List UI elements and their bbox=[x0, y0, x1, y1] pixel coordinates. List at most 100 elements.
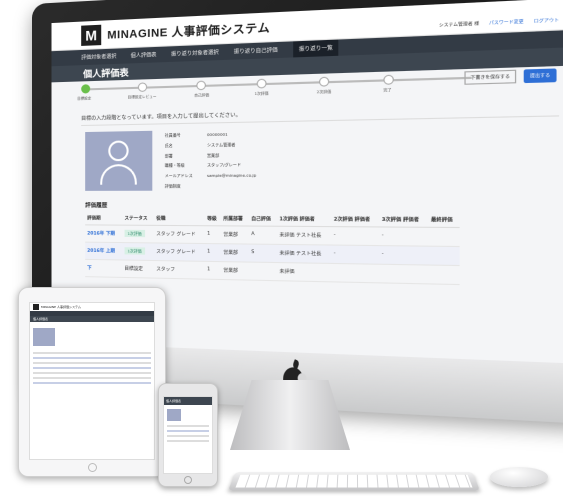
cell-period[interactable]: 2016年 上期 bbox=[85, 242, 123, 260]
phone-app-screen: 個人評価表 bbox=[163, 396, 213, 474]
cell-status: 1次評価 bbox=[122, 242, 155, 261]
field-value: システム管理者 bbox=[206, 141, 236, 148]
field-label: 職種・等級 bbox=[164, 163, 185, 169]
change-password-link[interactable]: パスワード変更 bbox=[489, 18, 524, 26]
content-line bbox=[167, 430, 209, 432]
content-line bbox=[33, 377, 151, 379]
col-header: 自己評価 bbox=[248, 212, 278, 227]
cell-self bbox=[248, 262, 278, 281]
field-value: 営業部 bbox=[206, 152, 220, 158]
step-label-3: 自己評価 bbox=[194, 93, 210, 98]
avatar-icon bbox=[167, 409, 181, 421]
nav-item-personal-sheet[interactable]: 個人評価表 bbox=[131, 51, 157, 59]
mouse bbox=[490, 467, 548, 487]
submit-button[interactable]: 提出する bbox=[523, 68, 557, 84]
field-value: 00000001 bbox=[206, 131, 228, 138]
field-value bbox=[207, 183, 294, 191]
step-marker-1 bbox=[81, 84, 91, 94]
cell-self: A bbox=[248, 226, 278, 245]
cell-status: 目標設定 bbox=[122, 259, 155, 279]
tablet-header: MINAGINE 人事評価システム bbox=[30, 303, 154, 311]
cell-first: 未評価 bbox=[277, 262, 332, 282]
cell-role: スタッフ グレード bbox=[154, 225, 205, 244]
col-header: 2次評価 評価者 bbox=[331, 213, 380, 227]
content-line bbox=[33, 357, 151, 359]
field-label: 部署 bbox=[164, 152, 173, 159]
content-line bbox=[33, 367, 151, 369]
content-line bbox=[167, 435, 209, 437]
cell-first: 未評価 テスト社長 bbox=[277, 226, 332, 246]
cell-first: 未評価 テスト社長 bbox=[277, 244, 332, 264]
status-badge: 1次評価 bbox=[124, 229, 145, 238]
step-label-2: 目標設定レビュー bbox=[127, 94, 157, 100]
field-value: sample@minagine.co.jp bbox=[206, 172, 257, 179]
col-header: ステータス bbox=[122, 212, 155, 226]
field-value: スタッフ/グレード bbox=[206, 162, 242, 169]
cell-role: スタッフ bbox=[154, 260, 205, 280]
field-label: 氏名 bbox=[164, 142, 173, 149]
phone-page-title: 個人評価表 bbox=[164, 397, 212, 405]
col-header: 3次評価 評価者 bbox=[379, 213, 429, 228]
col-header: 評価期 bbox=[85, 212, 123, 226]
col-header: 1次評価 評価者 bbox=[277, 212, 332, 227]
content-line bbox=[167, 425, 209, 427]
home-button[interactable] bbox=[87, 463, 97, 472]
col-header: 役職 bbox=[154, 212, 205, 226]
app-title: MINAGINE 人事評価システム bbox=[107, 21, 271, 42]
cell-period[interactable]: 下 bbox=[85, 259, 123, 278]
history-title: 評価履歴 bbox=[85, 203, 108, 210]
cell-self: S bbox=[248, 244, 278, 263]
field-label: 評価制度 bbox=[164, 183, 181, 189]
cell-status: 1次評価 bbox=[122, 225, 155, 243]
cell-second: - bbox=[331, 226, 380, 246]
col-header: 等級 bbox=[204, 212, 222, 226]
content-line bbox=[33, 372, 151, 374]
cell-role: スタッフ グレード bbox=[154, 242, 205, 262]
step-marker-3 bbox=[196, 80, 206, 91]
profile-card: 社員番号 00000001 氏名 システム管理者 部署 営業部 職種・等級 スタッフ/グ… bbox=[85, 123, 559, 191]
home-button[interactable] bbox=[184, 476, 192, 484]
iphone-device: 個人評価表 bbox=[158, 383, 218, 487]
cell-final bbox=[428, 265, 460, 285]
cell-grade: 1 bbox=[204, 243, 222, 262]
step-label-1: 目標設定 bbox=[77, 96, 92, 101]
cell-third: - bbox=[379, 245, 429, 266]
nav-item-review-list[interactable]: 振り返り一覧 bbox=[293, 39, 339, 58]
step-marker-4 bbox=[256, 78, 267, 89]
cell-grade: 1 bbox=[204, 225, 222, 244]
field-label: メールアドレス bbox=[164, 173, 193, 179]
cell-grade: 1 bbox=[204, 261, 222, 280]
step-label-4: 1次評価 bbox=[254, 91, 269, 97]
field-label: 社員番号 bbox=[164, 132, 181, 138]
step-label-6: 完了 bbox=[383, 87, 392, 93]
keyboard bbox=[228, 472, 480, 491]
step-marker-6 bbox=[383, 74, 394, 85]
history-table: 評価期 ステータス 役職 等級 所属部署 自己評価 1次評価 評価者 2次評価 … bbox=[85, 212, 460, 285]
nav-item-self-review[interactable]: 振り返り自己評価 bbox=[234, 46, 278, 55]
product-showcase: M MINAGINE 人事評価システム 評価対象者選択 個人評価表 振り返り対象… bbox=[0, 0, 563, 497]
save-draft-link[interactable]: 下書きを保存する bbox=[464, 69, 517, 85]
content-line bbox=[33, 352, 151, 354]
ipad-device: MINAGINE 人事評価システム 個人評価表 bbox=[18, 287, 166, 477]
cell-second bbox=[331, 263, 380, 283]
nav-item-review-target[interactable]: 振り返り対象者選択 bbox=[171, 49, 219, 58]
cell-dept: 営業部 bbox=[221, 261, 249, 281]
tablet-app-screen: MINAGINE 人事評価システム 個人評価表 bbox=[29, 302, 155, 460]
minagine-logo-icon bbox=[33, 304, 39, 310]
cell-final bbox=[428, 246, 460, 266]
avatar-icon bbox=[33, 328, 55, 346]
logout-link[interactable]: ログアウト bbox=[534, 17, 559, 25]
avatar-icon bbox=[85, 130, 153, 191]
status-badge: 1次評価 bbox=[124, 247, 145, 255]
cell-period[interactable]: 2016年 下期 bbox=[85, 224, 123, 243]
content-line bbox=[167, 440, 209, 442]
cell-third: - bbox=[379, 226, 429, 247]
step-marker-5 bbox=[318, 76, 330, 87]
content-line bbox=[33, 382, 151, 384]
content-line bbox=[33, 362, 151, 364]
col-header: 最終評価 bbox=[428, 213, 460, 228]
nav-item-target-select[interactable]: 評価対象者選択 bbox=[81, 53, 116, 61]
step-label-5: 2次評価 bbox=[316, 89, 332, 95]
cell-second: - bbox=[331, 245, 380, 265]
cell-dept: 営業部 bbox=[221, 243, 249, 263]
